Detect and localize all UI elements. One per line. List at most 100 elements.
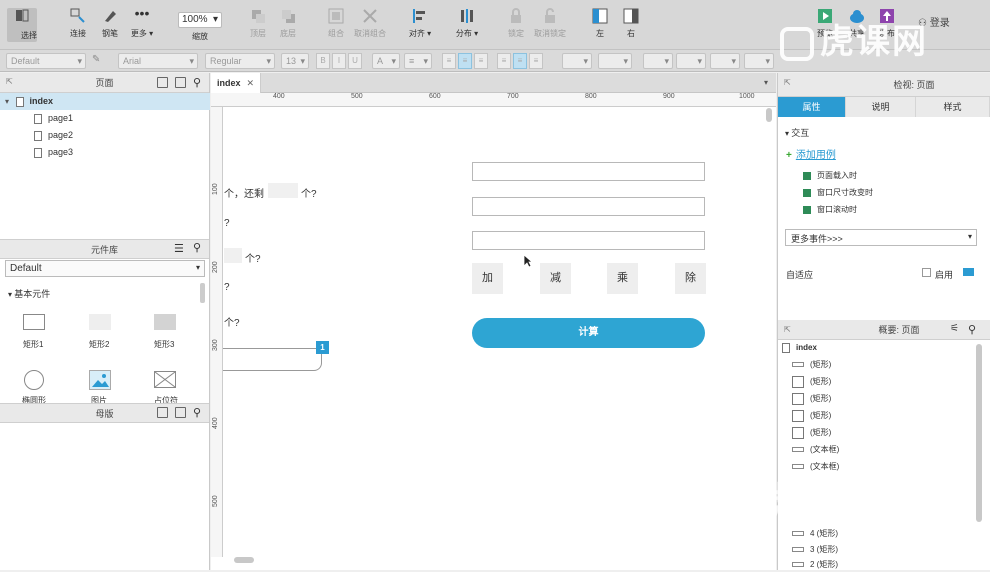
tab-notes[interactable]: 说明	[846, 97, 916, 117]
event-window-resize[interactable]: 窗口尺寸改变时	[803, 187, 873, 198]
number-input-2[interactable]	[472, 197, 705, 216]
arrow-style-select[interactable]	[744, 53, 774, 69]
style-select[interactable]: Default	[6, 53, 86, 69]
bold-button[interactable]: B	[316, 53, 330, 69]
bullet-select[interactable]: ≡	[404, 53, 432, 69]
more-events-select[interactable]: 更多事件>>> ▾	[785, 229, 977, 246]
event-window-scroll[interactable]: 窗口滚动时	[803, 204, 857, 215]
canvas-text-field[interactable]	[268, 183, 298, 198]
font-size-select[interactable]: 13	[281, 53, 309, 69]
canvas-text[interactable]: ?	[224, 282, 230, 293]
outline-item[interactable]: (矩形)	[792, 392, 831, 406]
align-right-text-button[interactable]: ≡	[474, 53, 488, 69]
event-page-load[interactable]: 页面载入时	[803, 170, 857, 181]
outline-item[interactable]: (矩形)	[792, 409, 831, 423]
outline-item[interactable]: (矩形)	[792, 375, 831, 389]
italic-button[interactable]: I	[332, 53, 346, 69]
adaptive-checkbox[interactable]	[922, 268, 931, 277]
close-icon[interactable]: ✕	[247, 78, 255, 88]
tab-style[interactable]: 样式	[916, 97, 990, 117]
add-folder-icon[interactable]	[175, 407, 186, 418]
align-center-text-button[interactable]: ≡	[458, 53, 472, 69]
number-input-1[interactable]	[472, 162, 705, 181]
border-color-select[interactable]	[643, 53, 673, 69]
border-width-select[interactable]	[676, 53, 706, 69]
widget-rect1[interactable]	[23, 314, 45, 330]
add-case-link[interactable]: + 添加用例	[786, 146, 836, 161]
page-tree-item[interactable]: page2	[0, 127, 210, 144]
canvas-text[interactable]: 个，还剩	[224, 185, 264, 200]
canvas-text[interactable]: ?	[224, 218, 230, 229]
widget-rect2[interactable]	[89, 314, 111, 330]
canvas-text-field[interactable]	[224, 248, 242, 263]
subtract-button[interactable]: 减	[540, 263, 571, 294]
collapse-icon[interactable]: ⇱	[784, 78, 791, 87]
canvas-text[interactable]: 个?	[224, 314, 240, 329]
add-button[interactable]: 加	[472, 263, 503, 294]
add-page-icon[interactable]	[157, 77, 168, 88]
page-tree-item[interactable]: page3	[0, 144, 210, 161]
font-color-select[interactable]: A	[372, 53, 400, 69]
send-bottom-button[interactable]: 底层	[267, 8, 309, 39]
collapse-icon[interactable]: ⇱	[6, 77, 13, 86]
valign-middle-button[interactable]: ≡	[513, 53, 527, 69]
zoom-select[interactable]: 100% ▾	[178, 12, 222, 28]
outline-root[interactable]: index	[782, 341, 817, 355]
more-button[interactable]: ••• 更多 ▾	[121, 6, 163, 39]
right-panel-toggle[interactable]: 右	[610, 8, 652, 39]
widget-ellipse[interactable]	[24, 370, 44, 390]
outline-item[interactable]: (文本框)	[792, 443, 839, 457]
menu-icon[interactable]: ☰	[174, 242, 184, 255]
search-icon[interactable]: ⚲	[968, 323, 976, 336]
canvas-text[interactable]: 个?	[245, 250, 261, 265]
canvas-shape[interactable]	[223, 348, 322, 371]
library-select[interactable]: Default ▾	[5, 260, 205, 277]
tab-index[interactable]: index ✕	[211, 73, 261, 93]
valign-top-button[interactable]: ≡	[497, 53, 511, 69]
border-style-select[interactable]	[710, 53, 740, 69]
multiply-button[interactable]: 乘	[607, 263, 638, 294]
outline-item[interactable]: 4 (矩形)	[792, 527, 838, 541]
underline-button[interactable]: U	[348, 53, 362, 69]
interaction-section[interactable]: ▾ 交互	[785, 126, 809, 139]
distribute-button[interactable]: 分布 ▾	[446, 8, 488, 39]
search-icon[interactable]: ⚲	[193, 406, 201, 419]
font-weight-select[interactable]: Regular	[205, 53, 275, 69]
adaptive-settings-icon[interactable]	[963, 268, 974, 276]
add-folder-icon[interactable]	[175, 77, 186, 88]
outline-item[interactable]: 3 (矩形)	[792, 543, 838, 557]
library-scrollbar[interactable]	[200, 283, 205, 303]
search-icon[interactable]: ⚲	[193, 76, 201, 89]
collapse-icon[interactable]: ⇱	[784, 325, 791, 334]
add-master-icon[interactable]	[157, 407, 168, 418]
interaction-badge[interactable]: 1	[316, 341, 329, 354]
font-select[interactable]: Arial	[118, 53, 198, 69]
filter-icon[interactable]: ⚟	[950, 323, 959, 334]
page-tree-root[interactable]: ▾ index	[0, 93, 210, 110]
ungroup-button[interactable]: 取消组合	[349, 8, 391, 39]
result-input[interactable]	[472, 231, 705, 250]
outline-item[interactable]: (矩形)	[792, 426, 831, 440]
search-icon[interactable]: ⚲	[193, 241, 201, 254]
tab-properties[interactable]: 属性	[778, 97, 846, 117]
widget-image[interactable]	[89, 370, 111, 390]
style-edit-icon[interactable]: ✎	[92, 54, 104, 66]
library-section[interactable]: ▾ 基本元件	[8, 287, 50, 300]
divide-button[interactable]: 除	[675, 263, 706, 294]
align-button[interactable]: 对齐 ▾	[399, 8, 441, 39]
valign-bottom-button[interactable]: ≡	[529, 53, 543, 69]
widget-rect3[interactable]	[154, 314, 176, 330]
shadow-select[interactable]	[598, 53, 632, 69]
canvas-text[interactable]: 个?	[301, 185, 317, 200]
canvas-hscrollbar[interactable]	[234, 557, 254, 563]
page-tree-item[interactable]: page1	[0, 110, 210, 127]
fill-color-select[interactable]	[562, 53, 592, 69]
calculate-button[interactable]: 计算	[472, 318, 705, 348]
chevron-down-icon[interactable]: ▾	[764, 78, 768, 87]
outline-scrollbar[interactable]	[976, 344, 982, 522]
outline-item[interactable]: (矩形)	[792, 358, 831, 372]
align-left-text-button[interactable]: ≡	[442, 53, 456, 69]
widget-placeholder[interactable]	[154, 371, 176, 388]
unlock-button[interactable]: 取消锁定	[530, 8, 570, 39]
canvas-vscrollbar[interactable]	[766, 108, 772, 122]
